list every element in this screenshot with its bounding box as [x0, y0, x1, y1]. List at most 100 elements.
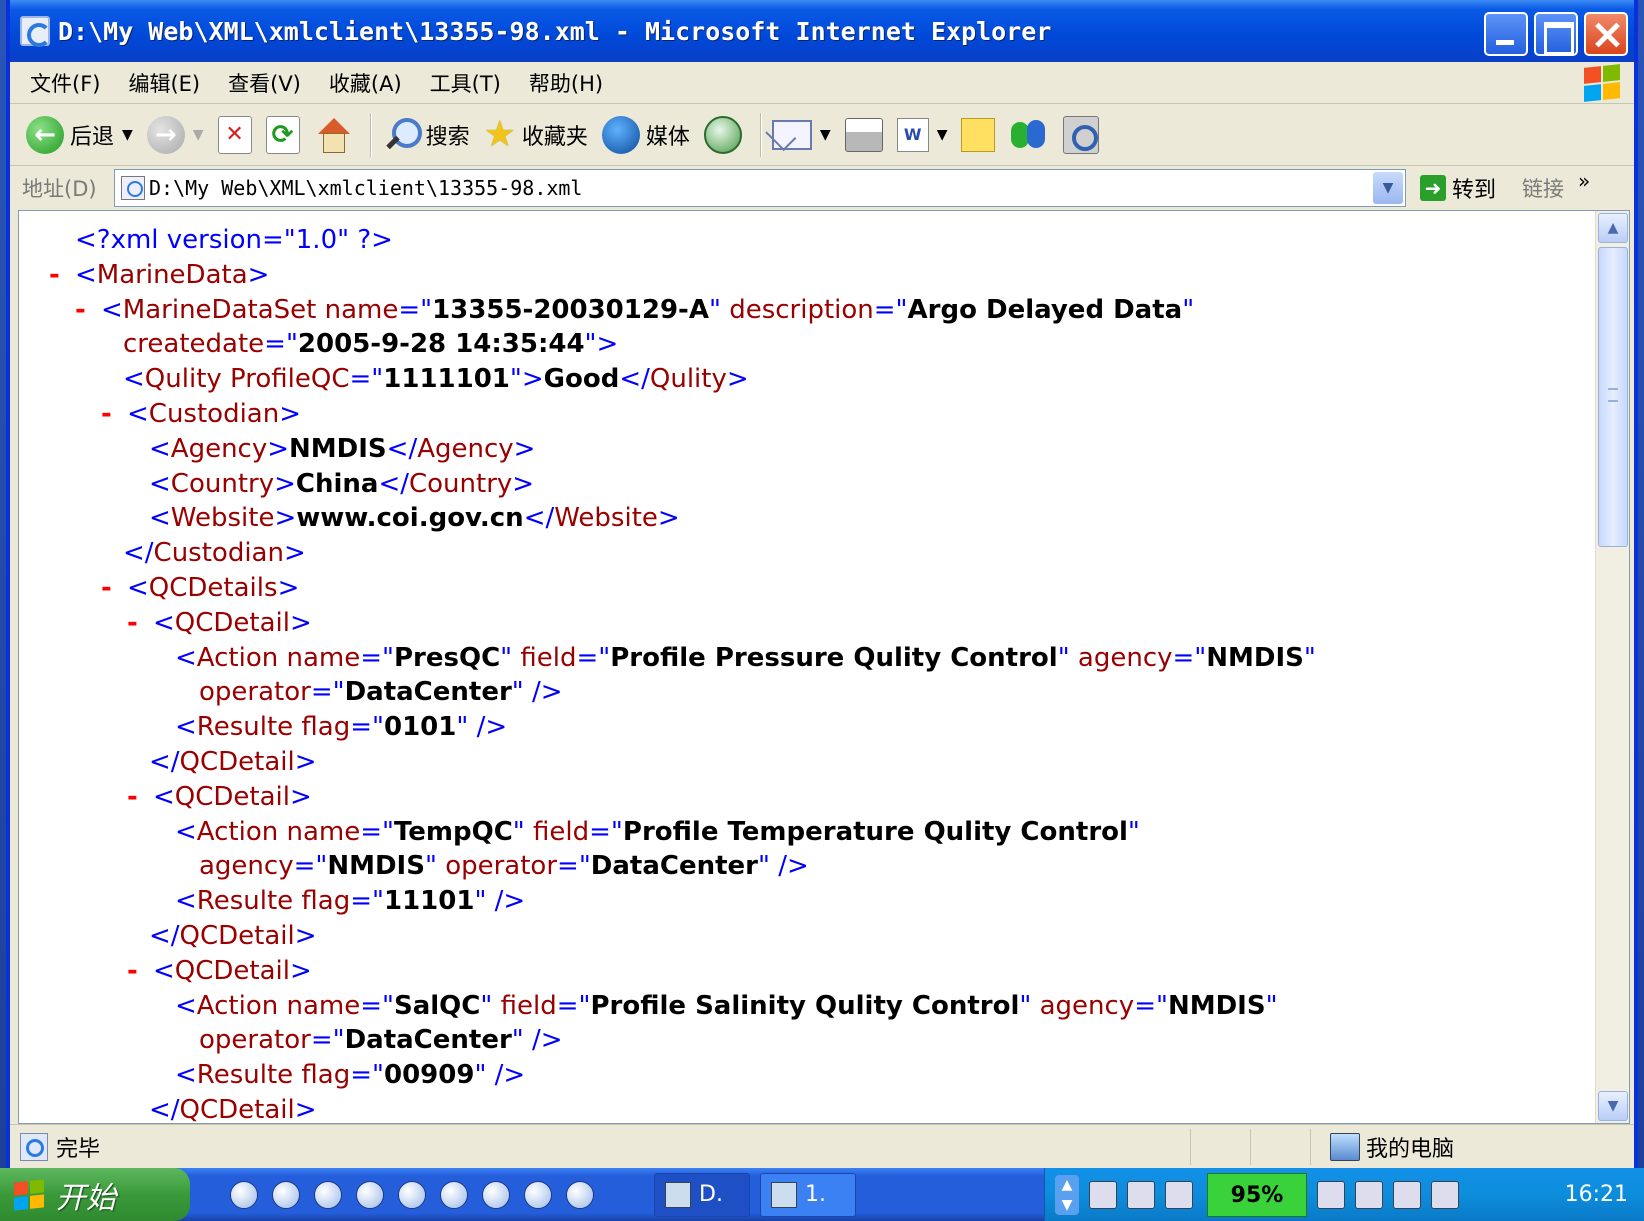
print-button[interactable] — [844, 110, 883, 160]
note-icon — [961, 117, 996, 152]
minimize-button[interactable] — [1484, 12, 1528, 56]
refresh-button[interactable] — [265, 110, 300, 160]
menu-help[interactable]: 帮助(H) — [529, 68, 603, 98]
close-button[interactable] — [1584, 12, 1628, 56]
links-more-icon[interactable]: » — [1578, 169, 1590, 193]
discuss-button[interactable] — [961, 110, 996, 160]
forward-button[interactable]: ▼ — [146, 110, 204, 160]
media-globe-icon — [601, 115, 640, 154]
xml-line: operator="DataCenter" /> — [199, 677, 563, 708]
windows-logo-icon — [14, 1178, 44, 1211]
history-icon — [703, 115, 742, 154]
vertical-scrollbar[interactable]: ▲ ▼ — [1595, 211, 1629, 1123]
scroll-thumb[interactable] — [1598, 247, 1628, 547]
status-divider — [1250, 1129, 1251, 1165]
security-icon[interactable] — [1431, 1180, 1459, 1209]
ie-icon — [665, 1181, 691, 1208]
edit-button[interactable]: W ▼ — [896, 110, 948, 160]
help-icon[interactable] — [1127, 1180, 1155, 1209]
links-button[interactable]: 链接 — [1522, 173, 1564, 203]
power-plug-icon[interactable] — [1317, 1180, 1345, 1209]
resulte-flag: 00909 — [383, 1060, 475, 1091]
xml-line: </Custodian> — [123, 538, 306, 569]
quicklaunch-icon[interactable] — [272, 1180, 300, 1209]
scroll-down-icon[interactable]: ▼ — [1598, 1091, 1628, 1121]
start-button[interactable]: 开始 — [0, 1168, 190, 1221]
home-button[interactable] — [314, 110, 352, 160]
action-field: Profile Pressure Qulity Control — [610, 642, 1058, 673]
collapse-toggle[interactable]: - — [75, 293, 101, 328]
menu-favorites[interactable]: 收藏(A) — [329, 68, 402, 98]
keyboard-icon[interactable] — [1089, 1180, 1117, 1209]
quicklaunch-icon[interactable] — [356, 1180, 384, 1209]
security-zone: 我的电脑 — [1330, 1131, 1454, 1163]
search-button[interactable]: 搜索 — [382, 110, 470, 160]
action-field: Profile Salinity Qulity Control — [590, 990, 1020, 1021]
xml-line: </QCDetail> — [149, 746, 317, 777]
quicklaunch-icon[interactable] — [440, 1180, 468, 1209]
stop-button[interactable] — [217, 110, 252, 160]
status-divider — [1310, 1129, 1311, 1165]
menu-tools[interactable]: 工具(T) — [430, 68, 501, 98]
resulte-flag: 0101 — [383, 712, 457, 743]
toolbar: 后退 ▼ ▼ 搜索 ★ 收藏夹 媒体 — [10, 104, 1634, 166]
quicklaunch-icon[interactable] — [230, 1180, 258, 1209]
my-computer-icon — [1330, 1133, 1360, 1161]
qulity-text: Good — [543, 364, 620, 395]
back-dropdown-icon[interactable]: ▼ — [122, 127, 133, 143]
quicklaunch-icon[interactable] — [398, 1180, 426, 1209]
favorites-button[interactable]: ★ 收藏夹 — [484, 110, 588, 160]
tray-scroll-icon[interactable]: ▲ ▼ — [1055, 1174, 1079, 1215]
scroll-up-icon[interactable]: ▲ — [1598, 213, 1628, 243]
star-icon: ★ — [483, 113, 516, 155]
action-field: Profile Temperature Qulity Control — [622, 816, 1128, 847]
taskbar-item-2[interactable]: 1. — [760, 1172, 856, 1217]
menu-view[interactable]: 查看(V) — [228, 68, 301, 98]
network-icon[interactable] — [1355, 1180, 1383, 1209]
battery-indicator[interactable]: 95% — [1207, 1172, 1307, 1217]
xml-line: <Qulity ProfileQC="1111101">Good</Qulity… — [123, 364, 749, 395]
restore-icon[interactable] — [1165, 1180, 1193, 1209]
menu-edit[interactable]: 编辑(E) — [128, 68, 200, 98]
collapse-toggle[interactable]: - — [127, 954, 153, 989]
mail-dropdown-icon[interactable]: ▼ — [820, 127, 831, 143]
title-bar[interactable]: D:\My Web\XML\xmlclient\13355-98.xml - M… — [10, 0, 1634, 62]
forward-dropdown-icon[interactable]: ▼ — [193, 127, 204, 143]
volume-icon[interactable] — [1393, 1180, 1421, 1209]
back-label: 后退 — [70, 124, 115, 150]
document-view: <?xml version="1.0" ?> - <MarineData> - <M… — [18, 210, 1630, 1124]
go-button[interactable]: ➜ 转到 — [1420, 172, 1496, 204]
collapse-toggle[interactable]: - — [101, 571, 127, 606]
xml-line: </QCDetail> — [149, 1094, 317, 1124]
maximize-button[interactable] — [1534, 12, 1578, 56]
edit-dropdown-icon[interactable]: ▼ — [937, 127, 948, 143]
mail-button[interactable]: ▼ — [771, 110, 831, 160]
history-button[interactable] — [703, 110, 742, 160]
messenger-button[interactable] — [1009, 110, 1049, 160]
dataset-name: 13355-20030129-A — [432, 294, 709, 325]
taskbar-item-ie[interactable]: D. — [654, 1172, 750, 1217]
collapse-toggle[interactable]: - — [49, 258, 75, 293]
media-button[interactable]: 媒体 — [601, 110, 690, 160]
menu-bar: 文件(F) 编辑(E) 查看(V) 收藏(A) 工具(T) 帮助(H) — [10, 62, 1634, 104]
collapse-toggle[interactable]: - — [101, 397, 127, 432]
status-bar: 完毕 我的电脑 — [10, 1124, 1634, 1168]
quicklaunch-icon[interactable] — [524, 1180, 552, 1209]
research-button[interactable] — [1063, 110, 1100, 160]
address-value[interactable]: D:\My Web\XML\xmlclient\13355-98.xml — [149, 176, 582, 200]
quicklaunch-icon[interactable] — [566, 1180, 594, 1209]
back-button[interactable]: 后退 ▼ — [26, 110, 133, 160]
refresh-icon — [265, 115, 300, 154]
go-arrow-icon: ➜ — [1420, 175, 1446, 201]
menu-file[interactable]: 文件(F) — [30, 68, 100, 98]
address-dropdown-icon[interactable]: ▼ — [1373, 172, 1403, 204]
address-input[interactable]: D:\My Web\XML\xmlclient\13355-98.xml ▼ — [114, 169, 1406, 207]
forward-arrow-icon — [146, 115, 185, 154]
collapse-toggle[interactable]: - — [127, 780, 153, 815]
quicklaunch-icon[interactable] — [314, 1180, 342, 1209]
action-agency: NMDIS — [1167, 990, 1266, 1021]
collapse-toggle[interactable]: - — [127, 606, 153, 641]
quicklaunch-icon[interactable] — [482, 1180, 510, 1209]
xml-line: agency="NMDIS" operator="DataCenter" /> — [199, 851, 809, 882]
toolbar-separator — [759, 112, 762, 157]
